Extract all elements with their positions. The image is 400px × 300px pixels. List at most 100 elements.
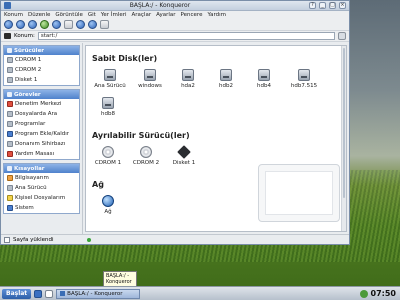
- menu-help[interactable]: Yardım: [207, 12, 226, 18]
- show-desktop-icon[interactable]: [34, 289, 43, 298]
- fixed-disks-heading: Sabit Disk(ler): [92, 54, 158, 63]
- clock[interactable]: 07:50: [371, 289, 398, 298]
- drive-label: hdb7.515: [290, 83, 318, 89]
- drive-item[interactable]: hdb4: [248, 69, 280, 89]
- cdrom-icon: [7, 57, 13, 63]
- drive-item[interactable]: CDROM 2: [130, 146, 162, 166]
- konqueror-window: BAŞLA:/ - Konqueror ? _ □ × Konum Düzenl…: [0, 0, 350, 245]
- drive-label: Ana Sürücü: [94, 83, 126, 89]
- status-text: Sayfa yüklendi: [13, 236, 54, 243]
- reload-icon[interactable]: [40, 20, 49, 29]
- up-icon[interactable]: [28, 20, 37, 29]
- zoom-in-icon[interactable]: [76, 20, 85, 29]
- drive-item[interactable]: hda2: [172, 69, 204, 89]
- sidebar-item-personal-files[interactable]: Kişisel Dosyalarım: [4, 193, 79, 203]
- sidebar-item-main-drive[interactable]: Ana Sürücü: [4, 183, 79, 193]
- drive-icon: [7, 185, 13, 191]
- back-icon[interactable]: [4, 20, 13, 29]
- removable-list: CDROM 1 CDROM 2 Disket 1: [92, 145, 340, 166]
- sidebar-item-floppy1[interactable]: Disket 1: [4, 75, 79, 85]
- sidebar-item-add-remove[interactable]: Program Ekle/Kaldır: [4, 129, 79, 139]
- go-button[interactable]: [338, 32, 346, 40]
- close-button[interactable]: ×: [339, 2, 346, 9]
- drive-item[interactable]: hdb2: [210, 69, 242, 89]
- scrollbar-thumb[interactable]: [343, 48, 345, 198]
- sidebar-item-cdrom2[interactable]: CDROM 2: [4, 65, 79, 75]
- clear-location-icon[interactable]: [4, 33, 11, 39]
- sidebar-item-label: Ana Sürücü: [15, 185, 47, 191]
- shortcuts-panel-header[interactable]: Kısayollar: [4, 164, 79, 173]
- drive-item[interactable]: Ana Sürücü: [92, 69, 128, 89]
- zoom-out-icon[interactable]: [88, 20, 97, 29]
- help-icon: [7, 151, 13, 157]
- help-button[interactable]: ?: [309, 2, 316, 9]
- sidebar-item-help-desk[interactable]: Yardım Masası: [4, 149, 79, 159]
- menu-bookmarks[interactable]: Yer İmleri: [101, 12, 127, 18]
- stop-icon[interactable]: [52, 20, 61, 29]
- sidebar-item-hardware-wizard[interactable]: Donanım Sihirbazı: [4, 139, 79, 149]
- start-button[interactable]: Başlat: [2, 288, 32, 299]
- menu-go[interactable]: Git: [88, 12, 96, 18]
- sidebar-item-programs[interactable]: Programlar: [4, 119, 79, 129]
- status-checkbox[interactable]: [4, 236, 10, 243]
- sidebar-item-label: CDROM 1: [15, 57, 42, 63]
- menu-settings[interactable]: Ayarlar: [156, 12, 175, 18]
- terminal-icon[interactable]: [45, 289, 54, 298]
- drives-panel-title: Sürücüler: [14, 47, 45, 54]
- fixed-disks-list: Ana Sürücü windows hda2 hdb2 hdb4 hdb7.5…: [92, 69, 340, 117]
- drive-item[interactable]: hdb7.515: [286, 69, 322, 89]
- taskbar-button-konqueror[interactable]: BAŞLA:/ - Konqueror: [56, 288, 141, 299]
- network-item[interactable]: Ağ: [92, 195, 124, 215]
- programs-icon: [7, 121, 13, 127]
- drive-item[interactable]: Disket 1: [168, 145, 200, 166]
- drive-label: hda2: [181, 83, 195, 89]
- vertical-scrollbar[interactable]: [341, 46, 346, 231]
- hard-disk-icon: [220, 69, 232, 81]
- forward-icon[interactable]: [16, 20, 25, 29]
- menu-view[interactable]: Görüntüle: [55, 12, 82, 18]
- sidebar-item-find-files[interactable]: Dosyalarda Ara: [4, 109, 79, 119]
- sidebar-item-my-computer[interactable]: Bilgisayarım: [4, 173, 79, 183]
- sidebar-item-label: Program Ekle/Kaldır: [15, 131, 70, 137]
- home-icon[interactable]: [64, 20, 73, 29]
- sidebar-item-label: Bilgisayarım: [15, 175, 49, 181]
- status-bar: Sayfa yüklendi: [1, 234, 349, 244]
- drive-item[interactable]: CDROM 1: [92, 146, 124, 166]
- find-icon[interactable]: [100, 20, 109, 29]
- drive-item[interactable]: windows: [134, 69, 166, 89]
- collapse-icon: [7, 92, 12, 97]
- package-icon: [7, 131, 13, 137]
- menu-location[interactable]: Konum: [4, 12, 23, 18]
- hard-disk-icon: [144, 69, 156, 81]
- tasks-panel-title: Görevler: [14, 91, 41, 98]
- sidebar-item-control-center[interactable]: Denetim Merkezi: [4, 99, 79, 109]
- location-input[interactable]: [37, 32, 335, 40]
- maximize-button[interactable]: □: [329, 2, 336, 9]
- collapse-icon: [7, 48, 12, 53]
- location-label: Konum:: [14, 33, 35, 39]
- tasks-panel: Görevler Denetim Merkezi Dosyalarda Ara …: [3, 89, 80, 160]
- title-bar[interactable]: BAŞLA:/ - Konqueror ? _ □ ×: [1, 1, 349, 11]
- floppy-icon: [7, 77, 13, 83]
- sidebar-item-label: Programlar: [15, 121, 46, 127]
- system-tray-icon[interactable]: [359, 289, 368, 298]
- konqueror-task-icon: [60, 291, 66, 296]
- sidebar-item-label: Dosyalarda Ara: [15, 111, 58, 117]
- preview-area: [265, 171, 333, 215]
- drive-item[interactable]: hdb8: [92, 97, 124, 117]
- sidebar-item-cdrom1[interactable]: CDROM 1: [4, 55, 79, 65]
- floppy-icon: [177, 145, 191, 159]
- tasks-panel-header[interactable]: Görevler: [4, 90, 79, 99]
- network-label: Ağ: [104, 209, 112, 215]
- menu-window[interactable]: Pencere: [181, 12, 203, 18]
- menu-tools[interactable]: Araçlar: [132, 12, 152, 18]
- drive-label: CDROM 1: [94, 160, 122, 166]
- drive-label: hdb2: [219, 83, 233, 89]
- hardware-icon: [7, 141, 13, 147]
- drive-label: hdb4: [257, 83, 271, 89]
- minimize-button[interactable]: _: [319, 2, 326, 9]
- drives-panel-header[interactable]: Sürücüler: [4, 46, 79, 55]
- sidebar-item-system[interactable]: Sistem: [4, 203, 79, 213]
- konqueror-app-icon[interactable]: [4, 2, 11, 9]
- menu-edit[interactable]: Düzenle: [28, 12, 50, 18]
